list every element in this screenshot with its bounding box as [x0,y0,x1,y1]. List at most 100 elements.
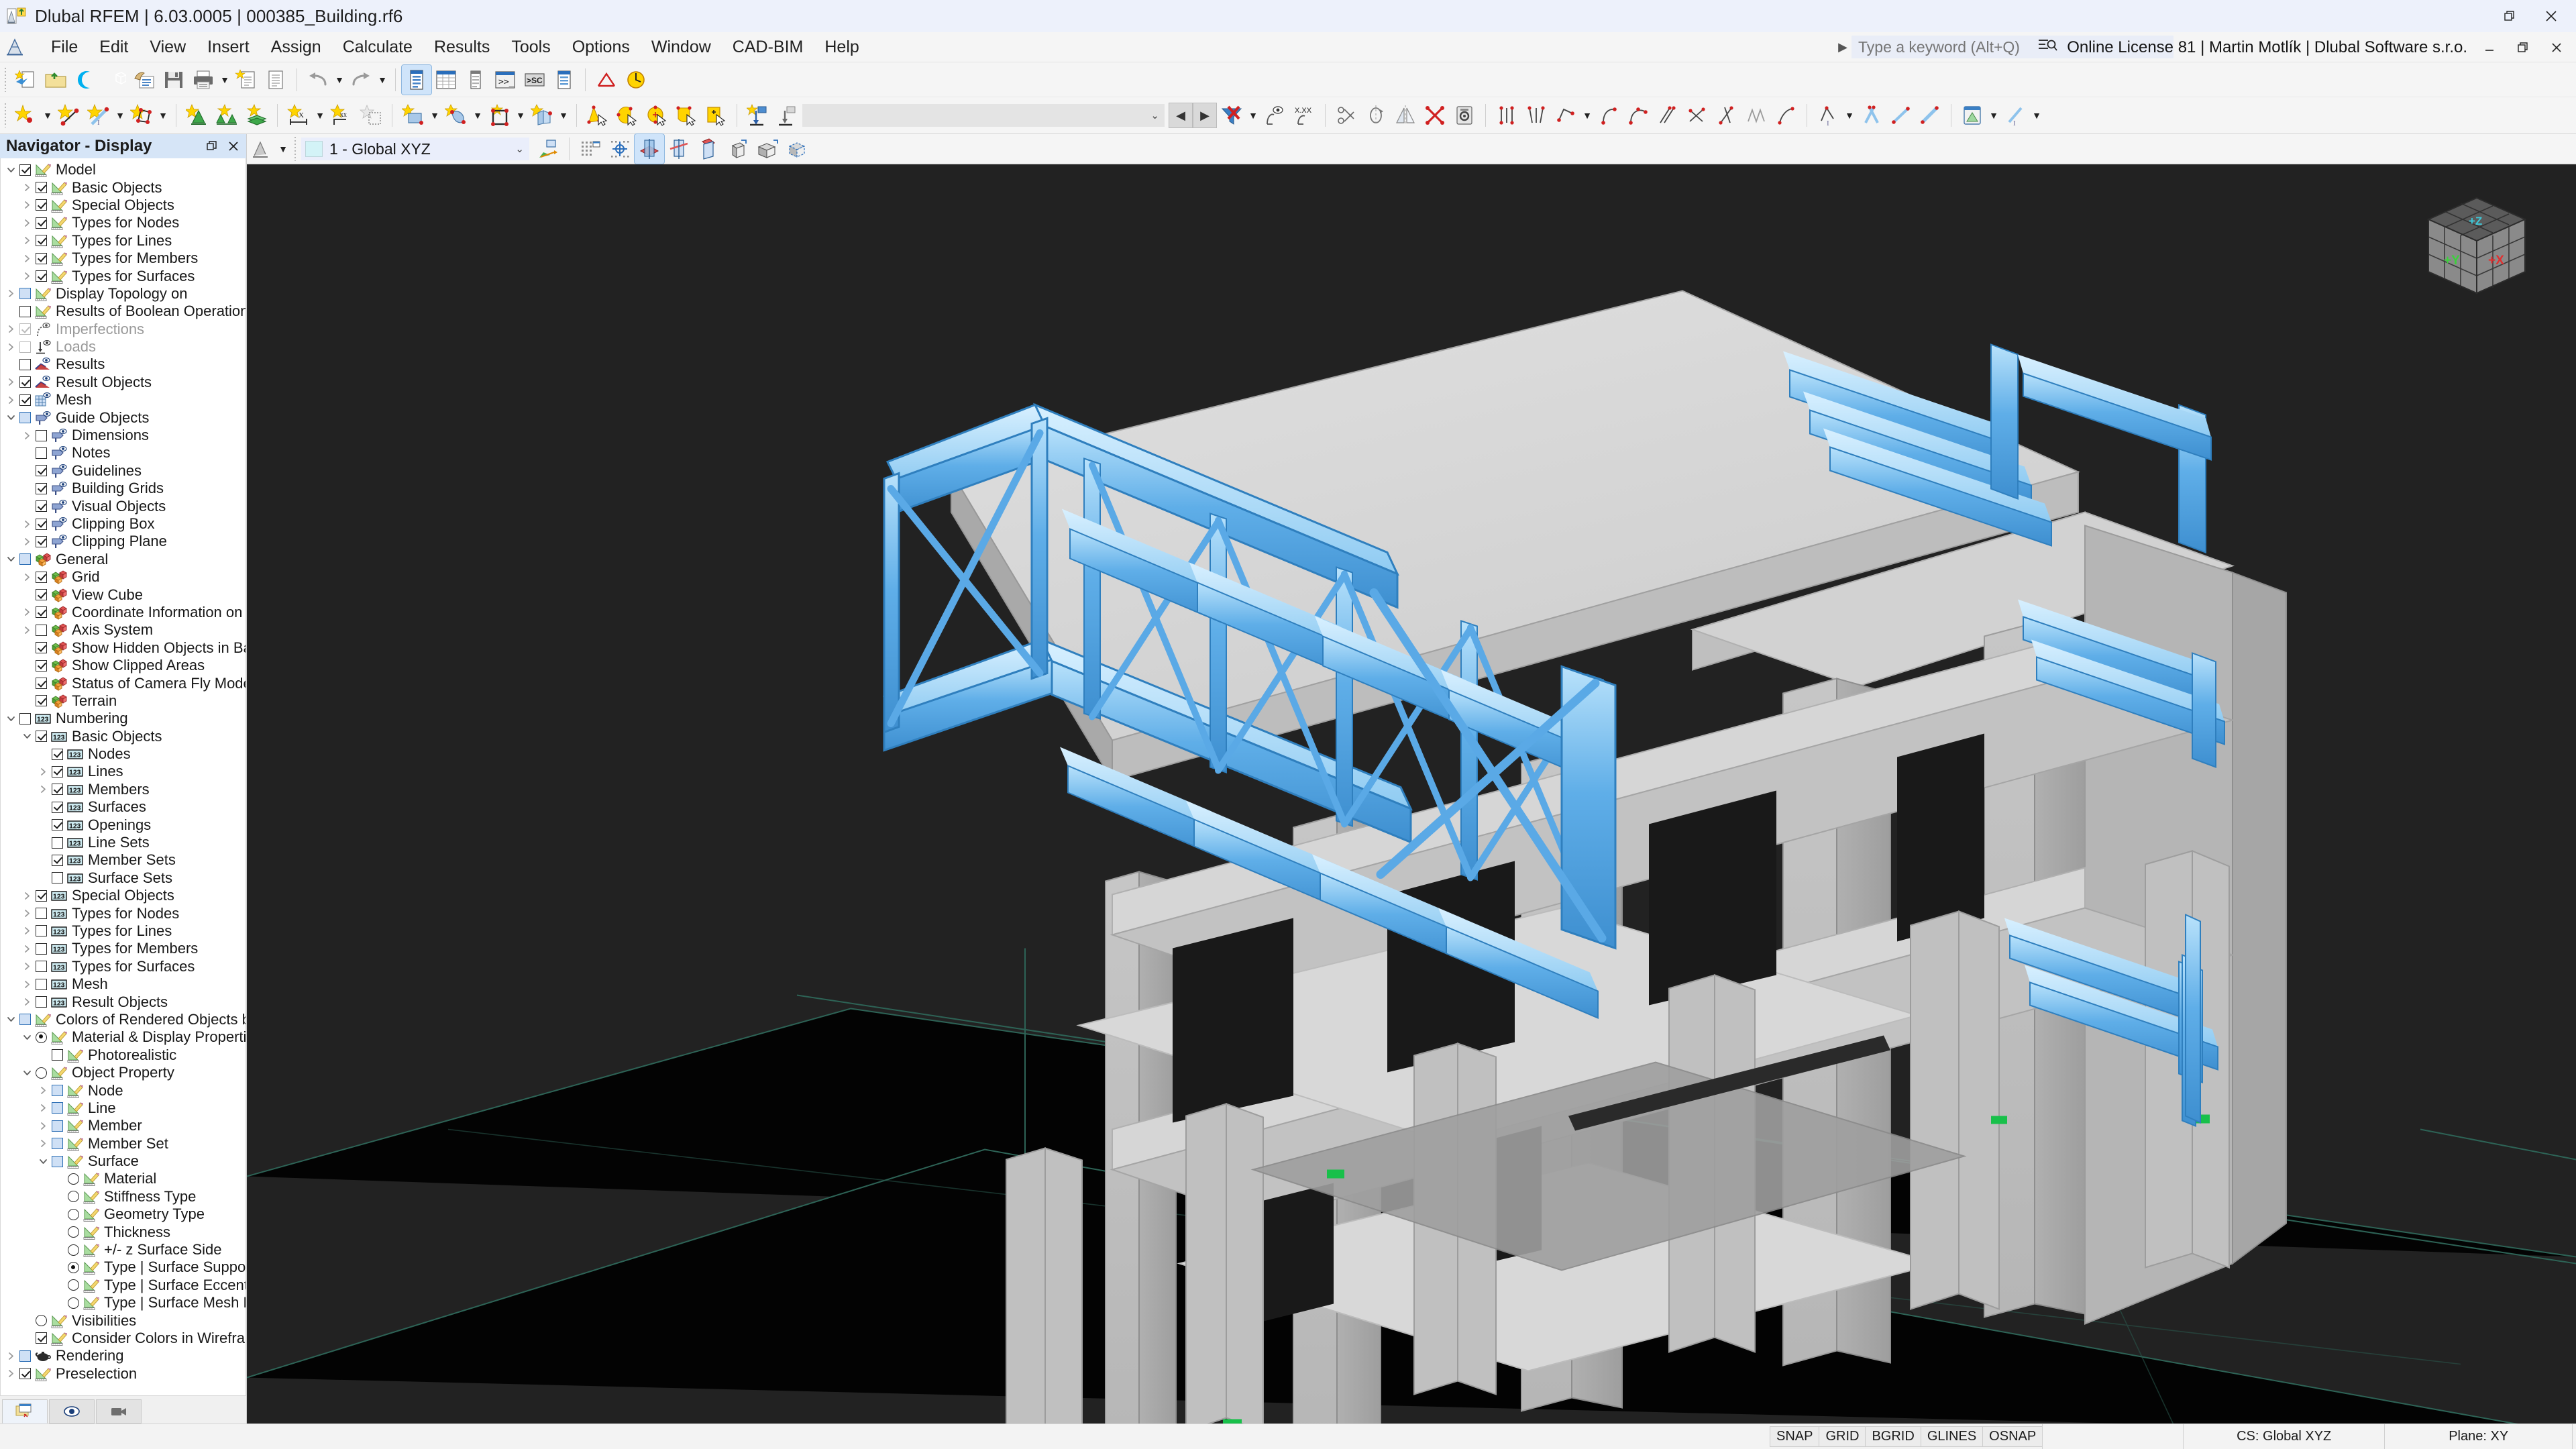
chevron-right-icon[interactable] [34,784,52,794]
tree-item[interactable]: Material & Display Properties [1,1028,246,1046]
model-details-icon[interactable] [129,65,159,95]
search-expander-icon[interactable]: ▶ [1838,40,1847,54]
project-navigator-tab[interactable] [2,1399,48,1424]
chevron-right-icon[interactable] [18,271,36,281]
chevron-right-icon[interactable] [2,395,19,405]
tree-item[interactable]: 123 Surfaces [1,798,246,816]
view-toolbar-grip[interactable] [292,137,298,161]
tree-checkbox[interactable] [52,872,63,884]
list-panel-icon[interactable] [461,65,490,95]
calculator-icon[interactable] [1957,101,1987,130]
tree-checkbox[interactable] [52,837,63,849]
grid-icon[interactable] [576,134,605,164]
member-connect-icon[interactable] [1915,101,1945,130]
drop-plane-icon[interactable] [773,101,802,130]
chevron-right-icon[interactable] [34,767,52,777]
chevron-down-icon[interactable] [2,554,19,564]
tree-item[interactable]: Special Objects [1,197,246,214]
tree-item[interactable]: Guide Objects [1,409,246,426]
tree-item[interactable]: Guidelines [1,462,246,480]
model-dropdown-icon[interactable]: ▼ [276,134,290,164]
chevron-right-icon[interactable] [18,607,36,617]
tree-checkbox[interactable] [36,535,47,547]
divide-icon[interactable] [1332,101,1361,130]
tree-item[interactable]: Type | Surface Eccentricity [1,1277,246,1294]
tree-item[interactable]: 123 Nodes [1,745,246,763]
tree-checkbox[interactable] [36,518,47,530]
menu-item-edit[interactable]: Edit [89,34,139,61]
tree-item[interactable]: 123 Types for Members [1,940,246,957]
tree-item[interactable]: Rendering [1,1347,246,1364]
tree-checkbox[interactable] [19,376,31,388]
chevron-down-icon[interactable] [2,1014,19,1024]
plane-xz-icon[interactable] [664,134,694,164]
new-line-icon[interactable] [54,101,84,130]
tree-checkbox[interactable] [36,252,47,264]
tree-checkbox[interactable] [52,854,63,866]
toolbar-grip[interactable] [2,103,8,127]
tree-checkbox[interactable] [19,288,31,300]
tree-item[interactable]: 123 Basic Objects [1,728,246,745]
tree-item[interactable]: Preselection [1,1365,246,1383]
prev-object-button[interactable]: ◀ [1169,103,1193,128]
tree-checkbox[interactable] [52,1085,63,1096]
new-node-icon[interactable] [11,101,41,130]
surface-create-icon[interactable] [398,101,428,130]
new-model-icon[interactable] [11,65,41,95]
tree-item[interactable]: 123 Types for Surfaces [1,958,246,975]
rotate-icon[interactable] [1361,101,1391,130]
load-icon[interactable] [621,65,651,95]
chevron-right-icon[interactable] [18,944,36,954]
iso-view-icon[interactable] [782,134,812,164]
tree-radio[interactable] [36,1067,47,1079]
tree-item[interactable]: +/- z Surface Side [1,1241,246,1258]
script-icon[interactable]: >SC [520,65,549,95]
tree-checkbox[interactable] [36,199,47,211]
chevron-right-icon[interactable] [18,431,36,441]
tree-checkbox[interactable] [36,465,47,477]
chevron-right-icon[interactable] [18,891,36,901]
redo-icon[interactable] [346,65,376,95]
tree-checkbox[interactable] [36,695,47,707]
tree-checkbox[interactable] [19,341,31,353]
display-navigator-tree[interactable]: Model Basic Objects Special Objects Types f… [0,158,246,1395]
frame-dropdown-icon[interactable]: ▼ [514,101,527,130]
menu-item-results[interactable]: Results [423,34,500,61]
filter-dropdown-icon[interactable]: ▼ [1246,101,1260,130]
chevron-right-icon[interactable] [18,908,36,918]
open-folder-icon[interactable] [41,65,70,95]
tree-checkbox[interactable] [52,1102,63,1114]
tree-item[interactable]: View Cube [1,586,246,603]
tree-item[interactable]: 123 Line Sets [1,834,246,851]
menu-item-help[interactable]: Help [814,34,869,61]
tree-item[interactable]: Status of Camera Fly Mode [1,674,246,692]
shell-dropdown-icon[interactable]: ▼ [557,101,570,130]
menu-item-insert[interactable]: Insert [197,34,260,61]
tree-item[interactable]: Clipping Box [1,515,246,533]
shell-icon[interactable] [527,101,557,130]
delete-cross-icon[interactable] [1420,101,1450,130]
chevron-right-icon[interactable] [18,182,36,193]
converge-lines-icon[interactable] [1521,101,1551,130]
tree-checkbox[interactable] [52,748,63,760]
navigator-panel-icon[interactable] [401,64,432,95]
settings-icon[interactable] [1450,101,1479,130]
trim-icon[interactable] [1653,101,1682,130]
pick-line-icon[interactable] [612,101,642,130]
tree-item[interactable]: 123 Types for Nodes [1,904,246,922]
save-icon[interactable] [159,65,189,95]
tree-checkbox[interactable] [36,908,47,920]
polyline-dropdown-icon[interactable]: ▼ [1580,101,1594,130]
tree-item[interactable]: 123 Surface Sets [1,869,246,887]
plane-yz-icon[interactable] [694,134,723,164]
chevron-right-icon[interactable] [18,979,36,989]
restore-button[interactable] [2489,0,2530,32]
nodal-support-icon[interactable] [182,101,212,130]
tree-item[interactable]: Imperfections [1,321,246,338]
tree-item[interactable]: 123 Members [1,781,246,798]
maximize-button[interactable] [2506,32,2540,62]
calculator-dropdown-icon[interactable]: ▼ [1987,101,2000,130]
tree-checkbox[interactable] [52,1049,63,1061]
tree-checkbox[interactable] [19,1014,31,1026]
tree-item[interactable]: 123 Types for Lines [1,922,246,940]
